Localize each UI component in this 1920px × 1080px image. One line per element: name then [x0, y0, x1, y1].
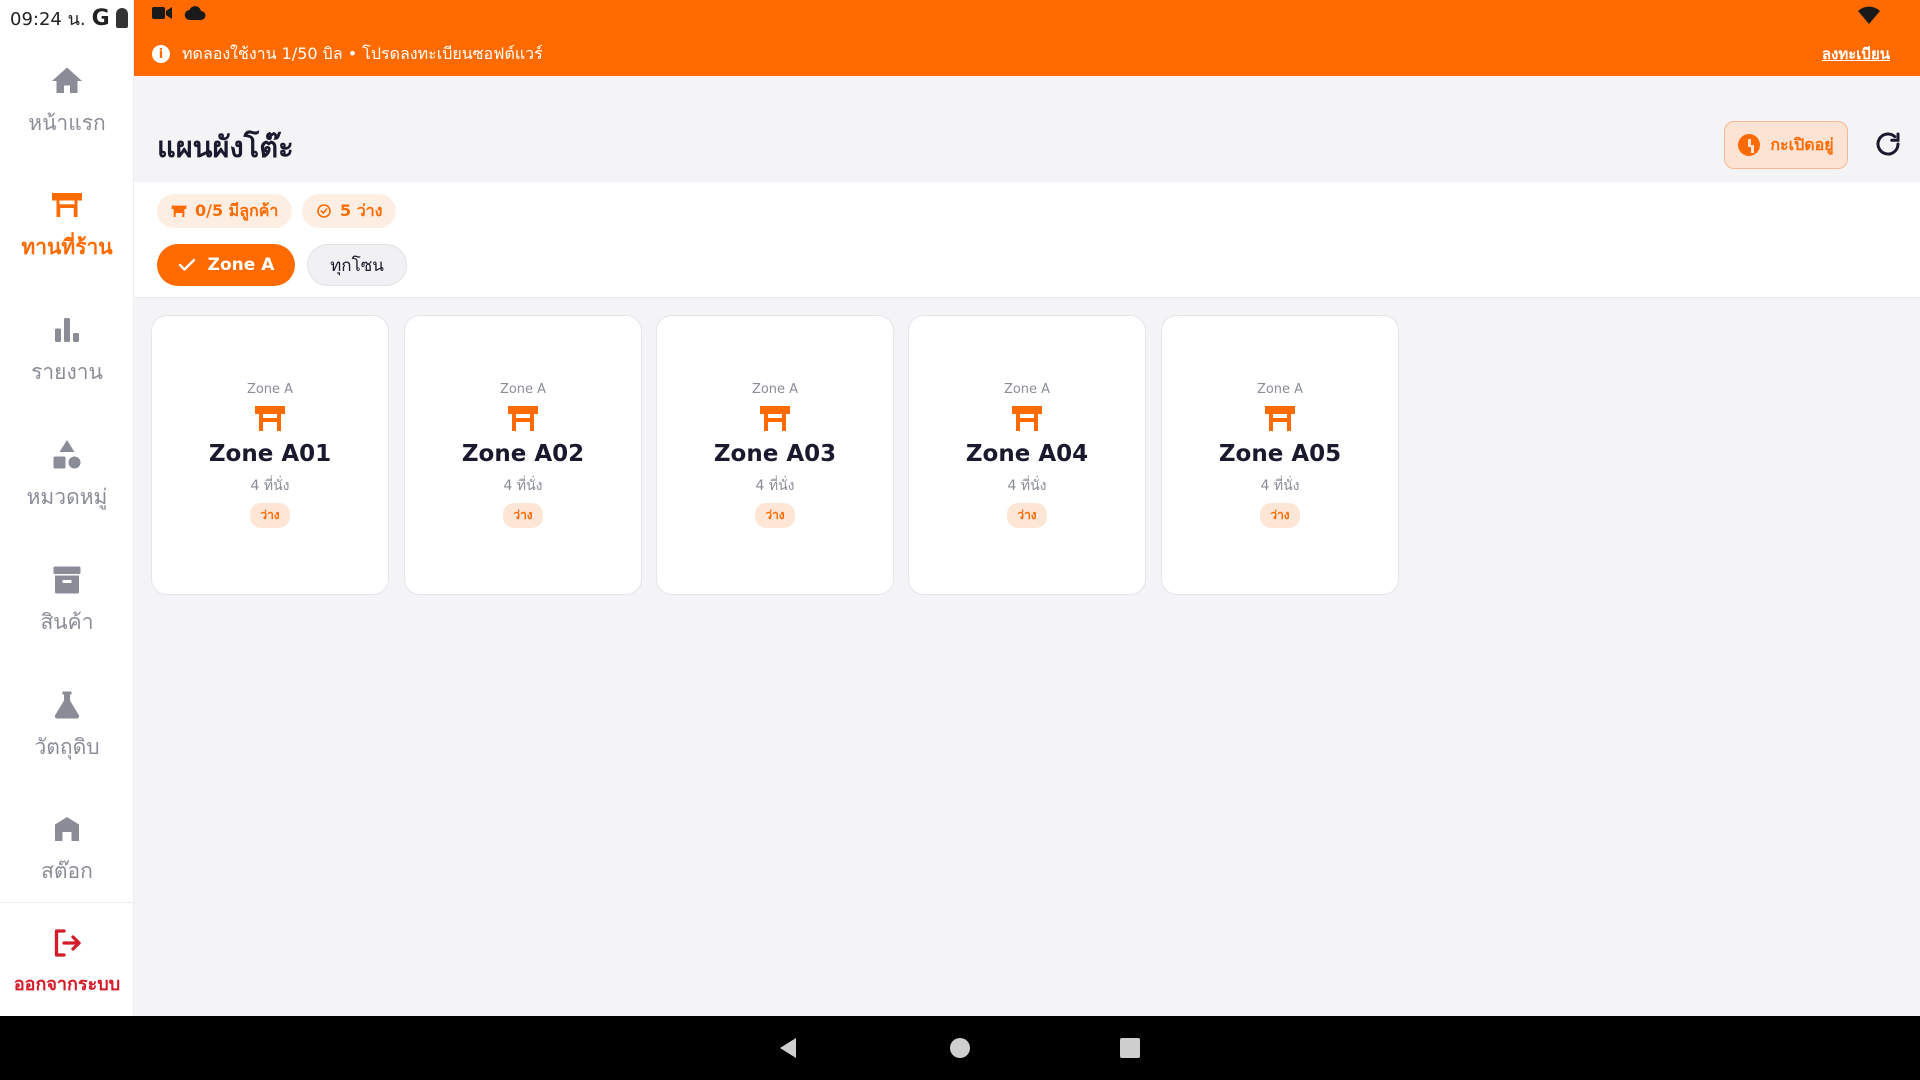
- table-seats: 4 ที่นั่ง: [755, 478, 795, 494]
- table-name: Zone A04: [965, 441, 1089, 467]
- archive-icon: [53, 566, 81, 593]
- clock-icon: [1738, 134, 1761, 156]
- zone-filter-selected[interactable]: Zone A: [157, 244, 295, 286]
- warehouse-icon: [55, 816, 79, 841]
- category-shapes-icon: [53, 439, 81, 468]
- available-stat-chip: 5 ว่าง: [302, 194, 397, 228]
- sidebar-divider: [0, 902, 134, 903]
- sidebar-item-label: หมวดหมู่: [26, 484, 108, 509]
- sidebar-item-home[interactable]: หน้าแรก: [0, 46, 134, 156]
- info-icon: i: [152, 45, 170, 63]
- table-icon: [760, 406, 790, 431]
- banner-message: ทดลองใช้งาน 1/50 บิล • โปรดลงทะเบียนซอฟต…: [182, 43, 543, 63]
- recents-icon[interactable]: [1114, 1032, 1146, 1064]
- occupied-stat-label: 0/5 มีลูกค้า: [195, 200, 279, 220]
- zone-filter-all[interactable]: ทุกโซน: [307, 244, 407, 286]
- table-card[interactable]: Zone A Zone A03 4 ที่นั่ง ว่าง: [656, 315, 894, 595]
- status-bar-left: 09:24 น. G: [10, 4, 128, 32]
- table-icon: [1265, 406, 1295, 431]
- sidebar-item-label: รายงาน: [31, 359, 103, 384]
- sidebar-nav: 09:24 น. G หน้าแรก ทานที่ร้าน รายงาน หมว…: [0, 0, 134, 1016]
- table-name: Zone A01: [208, 441, 332, 467]
- available-stat-label: 5 ว่าง: [340, 200, 383, 220]
- table-status-badge: ว่าง: [250, 503, 290, 528]
- video-camera-icon: [152, 7, 172, 19]
- table-zone: Zone A: [1256, 382, 1304, 397]
- zone-filter-label: ทุกโซน: [330, 255, 384, 276]
- table-zone: Zone A: [1003, 382, 1051, 397]
- table-name: Zone A03: [713, 441, 837, 467]
- sidebar-item-dine-in[interactable]: ทานที่ร้าน: [0, 170, 134, 280]
- table-status-badge: ว่าง: [755, 503, 795, 528]
- shift-status-label: กะเปิดอยู่: [1770, 134, 1834, 154]
- sidebar-item-stock[interactable]: สต๊อก: [0, 794, 134, 904]
- occupied-stat-chip: 0/5 มีลูกค้า: [157, 194, 293, 228]
- sidebar-item-label: หน้าแรก: [28, 110, 106, 135]
- table-card[interactable]: Zone A Zone A02 4 ที่นั่ง ว่าง: [404, 315, 642, 595]
- status-time: 09:24 น.: [10, 8, 86, 30]
- sidebar-item-label: สินค้า: [40, 609, 94, 634]
- table-name: Zone A05: [1218, 441, 1342, 467]
- google-icon: G: [91, 5, 110, 31]
- table-card[interactable]: Zone A Zone A05 4 ที่นั่ง ว่าง: [1161, 315, 1399, 595]
- table-icon: [171, 205, 187, 217]
- back-icon[interactable]: [774, 1032, 806, 1064]
- table-zone: Zone A: [246, 382, 294, 397]
- sidebar-item-label: วัตถุดิบ: [34, 734, 100, 759]
- logout-button[interactable]: ออกจากระบบ: [0, 906, 134, 1016]
- app-root: 09:24 น. G หน้าแรก ทานที่ร้าน รายงาน หมว…: [0, 0, 1920, 1080]
- table-icon: [255, 406, 285, 431]
- shift-status-button[interactable]: กะเปิดอยู่: [1724, 121, 1848, 169]
- table-seats: 4 ที่นั่ง: [1260, 478, 1300, 494]
- bar-chart-icon: [55, 317, 79, 342]
- sidebar-item-label: ทานที่ร้าน: [21, 234, 113, 259]
- check-circle-icon: [317, 204, 331, 218]
- table-icon: [508, 406, 538, 431]
- table-zone: Zone A: [751, 382, 799, 397]
- table-status-badge: ว่าง: [1007, 503, 1047, 528]
- page-title: แผนผังโต๊ะ: [157, 130, 294, 164]
- notification-icon: [115, 8, 128, 28]
- sidebar-item-label: สต๊อก: [41, 858, 93, 883]
- register-link[interactable]: ลงทะเบียน: [1822, 42, 1890, 66]
- table-card[interactable]: Zone A Zone A04 4 ที่นั่ง ว่าง: [908, 315, 1146, 595]
- banner-row: i ทดลองใช้งาน 1/50 บิล • โปรดลงทะเบียนซอ…: [152, 42, 1890, 66]
- table-icon: [52, 192, 82, 217]
- table-name: Zone A02: [461, 441, 585, 467]
- cloud-icon: [184, 6, 206, 20]
- table-status-badge: ว่าง: [1260, 503, 1300, 528]
- sidebar-item-ingredients[interactable]: วัตถุดิบ: [0, 670, 134, 780]
- home-circle-icon[interactable]: [944, 1032, 976, 1064]
- sidebar-item-categories[interactable]: หมวดหมู่: [0, 420, 134, 530]
- table-seats: 4 ที่นั่ง: [1007, 478, 1047, 494]
- wifi-icon: [1858, 6, 1880, 24]
- status-bar-icons: [152, 6, 206, 20]
- table-icon: [1012, 406, 1042, 431]
- trial-banner: i ทดลองใช้งาน 1/50 บิล • โปรดลงทะเบียนซอ…: [134, 0, 1920, 76]
- table-seats: 4 ที่นั่ง: [503, 478, 543, 494]
- system-navigation-bar: [0, 1016, 1920, 1080]
- check-icon: [178, 258, 195, 271]
- flask-icon: [54, 691, 80, 718]
- home-icon: [52, 67, 82, 93]
- sidebar-item-products[interactable]: สินค้า: [0, 545, 134, 655]
- table-zone: Zone A: [499, 382, 547, 397]
- logout-label: ออกจากระบบ: [13, 973, 121, 995]
- zone-filter-label: Zone A: [207, 255, 275, 275]
- table-seats: 4 ที่นั่ง: [250, 478, 290, 494]
- table-card[interactable]: Zone A Zone A01 4 ที่นั่ง ว่าง: [151, 315, 389, 595]
- filter-panel: 0/5 มีลูกค้า 5 ว่าง Zone A ทุกโซน: [134, 182, 1920, 298]
- sidebar-item-reports[interactable]: รายงาน: [0, 295, 134, 405]
- refresh-icon[interactable]: [1873, 129, 1903, 159]
- table-status-badge: ว่าง: [503, 503, 543, 528]
- logout-icon: [54, 928, 81, 957]
